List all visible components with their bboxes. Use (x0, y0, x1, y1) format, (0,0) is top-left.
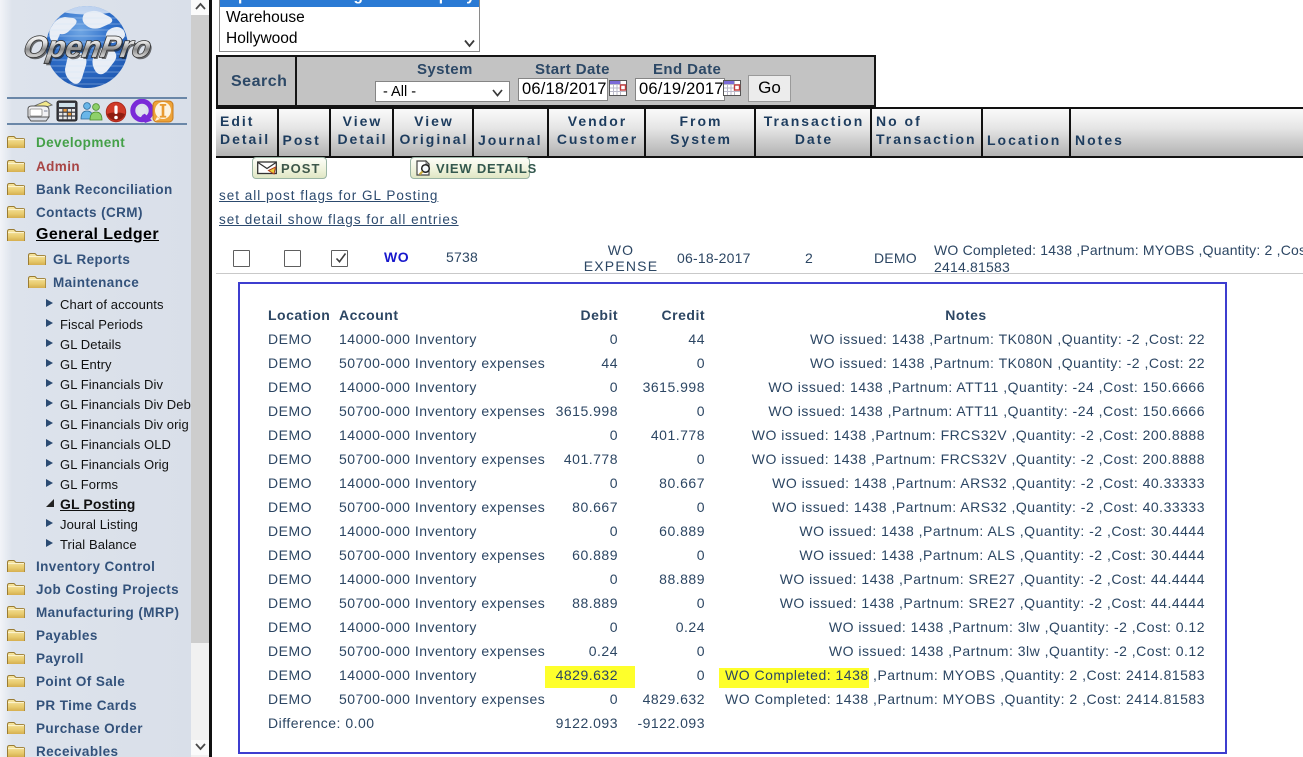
svg-text:OpenPro: OpenPro (22, 31, 154, 64)
